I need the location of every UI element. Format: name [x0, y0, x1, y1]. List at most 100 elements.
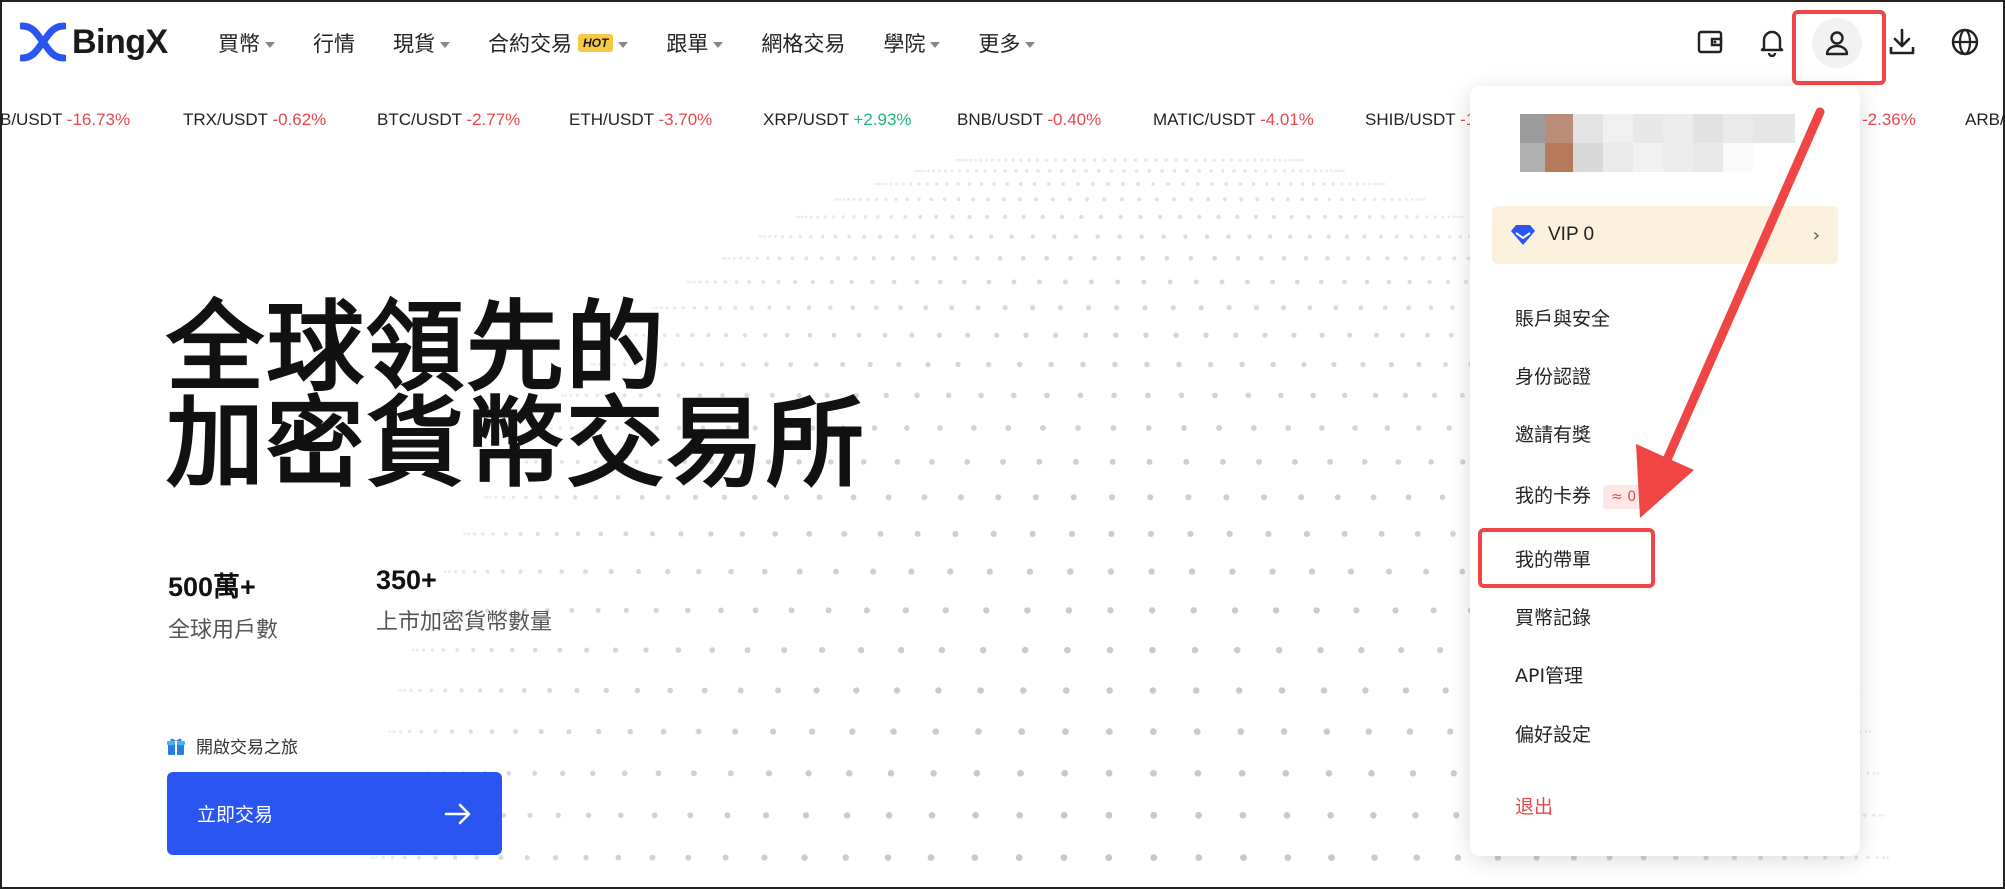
globe-dot — [433, 729, 438, 734]
brand-logo[interactable]: BingX — [20, 22, 168, 62]
menu-item-account-security[interactable]: 賬戶與安全 — [1515, 304, 1610, 331]
bell-icon[interactable] — [1752, 22, 1792, 62]
globe-dot — [1340, 182, 1344, 186]
ticker-item[interactable]: B/USDT -16.73% — [0, 110, 130, 130]
globe-dot — [615, 854, 622, 861]
wallet-icon[interactable] — [1690, 22, 1730, 62]
globe-dot — [971, 197, 976, 202]
nav-item-futures[interactable]: 合約交易 HOT — [488, 28, 629, 58]
trade-now-button[interactable]: 立即交易 — [167, 772, 502, 855]
menu-item-purchase-history[interactable]: 買幣記錄 — [1515, 603, 1591, 630]
nav-item-markets[interactable]: 行情 — [313, 28, 355, 58]
globe-dot — [1300, 182, 1305, 186]
globe-dot — [1306, 169, 1310, 173]
globe-icon[interactable] — [1945, 22, 1985, 62]
globe-dot — [554, 531, 559, 537]
globe-dot — [443, 688, 448, 693]
globe-dot — [1235, 214, 1240, 220]
nav-label: 現貨 — [393, 32, 435, 56]
ticker-item[interactable]: -2.36% — [1862, 110, 1916, 130]
globe-dot — [1191, 646, 1199, 654]
globe-dot — [1024, 607, 1031, 614]
globe-dot — [728, 568, 734, 575]
nav-item-spot[interactable]: 現貨 — [393, 28, 450, 58]
menu-item-identity-verification[interactable]: 身份認證 — [1515, 362, 1591, 389]
globe-dot — [1245, 279, 1250, 285]
globe-dot — [1075, 424, 1082, 431]
globe-dot — [1032, 494, 1039, 501]
nav-item-buy-crypto[interactable]: 買幣 — [218, 28, 275, 58]
globe-dot — [965, 158, 969, 162]
globe-dot — [1347, 332, 1353, 338]
globe-dot — [1068, 530, 1076, 538]
globe-dot — [1062, 279, 1068, 285]
globe-dot — [527, 812, 533, 818]
globe-dot — [836, 198, 839, 201]
nav-item-grid-trading[interactable]: 網格交易 — [761, 28, 845, 58]
globe-dot — [1456, 215, 1460, 219]
globe-dot — [1060, 854, 1068, 861]
globe-dot — [1050, 197, 1055, 202]
globe-dot — [1098, 214, 1104, 220]
globe-dot — [651, 812, 658, 819]
globe-dot — [489, 729, 495, 734]
globe-dot — [1240, 854, 1247, 861]
menu-item-preferences[interactable]: 偏好設定 — [1515, 720, 1591, 747]
globe-dot — [929, 197, 934, 202]
nav-item-academy[interactable]: 學院 — [883, 28, 941, 58]
globe-dot — [1308, 568, 1316, 575]
globe-dot — [409, 688, 413, 693]
globe-dot — [595, 607, 601, 613]
globe-dot — [1084, 169, 1088, 173]
globe-dot — [986, 279, 992, 285]
globe-dot — [1176, 361, 1182, 368]
ticker-item[interactable]: MATIC/USDT -4.01% — [1153, 110, 1314, 130]
globe-dot — [853, 687, 860, 694]
globe-dot — [1341, 530, 1348, 537]
globe-dot — [1878, 813, 1882, 817]
ticker-item[interactable]: SHIB/USDT -1 — [1365, 110, 1475, 130]
globe-dot — [1319, 425, 1325, 431]
logout-link[interactable]: 退出 — [1515, 792, 1553, 819]
vip-level-row[interactable]: VIP 0 › — [1492, 206, 1838, 264]
globe-dot — [853, 256, 858, 261]
globe-dot — [747, 280, 752, 284]
ticker-item[interactable]: BTC/USDT -2.77% — [377, 110, 520, 130]
menu-item-referral[interactable]: 邀請有獎 — [1515, 420, 1591, 447]
globe-dot — [1020, 687, 1027, 694]
globe-dot — [1037, 279, 1042, 285]
arrow-right-icon — [444, 803, 471, 824]
globe-dot — [962, 158, 966, 162]
globe-dot — [875, 215, 880, 219]
ticker-item[interactable]: BNB/USDT -0.40% — [957, 110, 1101, 130]
globe-dot — [1149, 687, 1157, 694]
globe-dot — [984, 158, 988, 162]
globe-dot — [1105, 728, 1113, 735]
menu-item-my-coupons[interactable]: 我的卡券 ≈ 0 — [1515, 481, 1645, 509]
globe-dot — [903, 214, 908, 219]
globe-dot — [970, 425, 977, 431]
ticker-item[interactable]: ETH/USDT -3.70% — [569, 110, 712, 130]
globe-dot — [1027, 158, 1031, 162]
globe-dot — [1342, 169, 1346, 173]
globe-dot — [842, 198, 846, 201]
globe-dot — [797, 215, 801, 219]
globe-dot — [623, 607, 629, 614]
ticker-item[interactable]: XRP/USDT +2.93% — [763, 110, 912, 130]
download-icon[interactable] — [1882, 22, 1922, 62]
ticker-item[interactable]: TRX/USDT -0.62% — [183, 110, 326, 130]
globe-dot — [1313, 607, 1320, 614]
globe-dot — [884, 854, 892, 861]
globe-dot — [1009, 234, 1014, 239]
globe-dot — [744, 647, 751, 654]
globe-dot — [1203, 158, 1207, 162]
ticker-item[interactable]: ARB/ — [1965, 110, 2005, 130]
nav-item-more[interactable]: 更多 — [978, 28, 1036, 58]
menu-item-api-management[interactable]: API管理 — [1515, 661, 1583, 688]
globe-dot — [1403, 256, 1408, 261]
nav-item-copy-trading[interactable]: 跟單 — [666, 28, 724, 58]
globe-dot — [777, 256, 782, 261]
globe-dot — [1109, 169, 1114, 173]
globe-dot — [1866, 855, 1870, 860]
globe-dot — [1164, 255, 1170, 261]
